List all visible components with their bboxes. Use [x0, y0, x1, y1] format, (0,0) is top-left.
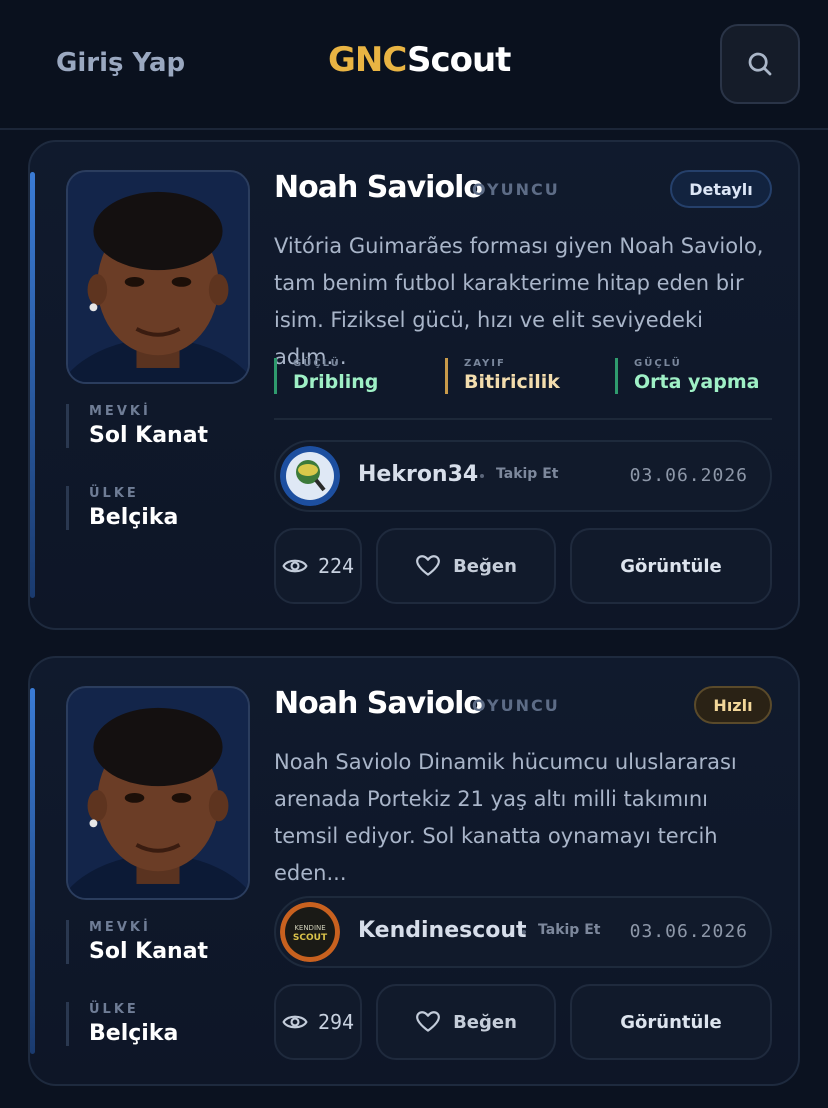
country-value: Belçika — [89, 505, 179, 530]
login-link[interactable]: Giriş Yap — [56, 48, 185, 78]
view-label: Görüntüle — [620, 1011, 722, 1033]
author-row: Hekron34 Takip Et 03.06.2026 — [274, 440, 772, 512]
like-button[interactable]: Beğen — [376, 984, 556, 1060]
separator-dot — [480, 474, 484, 478]
position-label: MEVKİ — [89, 920, 151, 935]
tag-kind: ZAYIF — [464, 358, 506, 369]
tag-strength-2: GÜÇLÜ Orta yapma — [615, 358, 759, 394]
player-photo — [66, 686, 250, 900]
position-block: MEVKİ Sol Kanat — [66, 404, 208, 448]
view-label: Görüntüle — [620, 555, 722, 577]
country-label: ÜLKE — [89, 1002, 139, 1017]
tag-kind: GÜÇLÜ — [634, 358, 682, 369]
player-name[interactable]: Noah Saviolo — [274, 170, 484, 205]
view-button[interactable]: Görüntüle — [570, 984, 772, 1060]
player-photo — [66, 170, 250, 384]
position-label: MEVKİ — [89, 404, 151, 419]
views-counter: 224 — [274, 528, 362, 604]
author-name[interactable]: Hekron34 — [358, 462, 478, 487]
search-icon — [748, 52, 772, 76]
avatar-logo-bottom: SCOUT — [293, 933, 328, 943]
divider — [274, 418, 772, 420]
report-type-badge: Hızlı — [694, 686, 772, 724]
report-description: Noah Saviolo Dinamik hücumcu uluslararas… — [274, 750, 737, 885]
author-row: KENDINE SCOUT Kendinescout Takip Et 03.0… — [274, 896, 772, 968]
like-button[interactable]: Beğen — [376, 528, 556, 604]
country-value: Belçika — [89, 1021, 179, 1046]
tag-strength-1: GÜÇLÜ Dribling — [274, 358, 378, 394]
player-role: OYUNCU — [472, 180, 560, 199]
report-date: 03.06.2026 — [629, 465, 748, 486]
author-avatar[interactable]: KENDINE SCOUT — [280, 902, 340, 962]
search-button[interactable] — [720, 24, 800, 104]
view-button[interactable]: Görüntüle — [570, 528, 772, 604]
like-label: Beğen — [453, 1011, 517, 1033]
report-date: 03.06.2026 — [629, 921, 748, 942]
heart-icon — [416, 555, 440, 576]
separator-dot — [522, 930, 526, 934]
tag-kind: GÜÇLÜ — [293, 358, 341, 369]
views-count: 294 — [317, 1010, 355, 1034]
avatar-logo-top: KENDINE — [294, 924, 325, 932]
tag-weakness-1: ZAYIF Bitiricilik — [445, 358, 560, 394]
top-header: Giriş Yap GNCScout — [0, 0, 828, 130]
eye-icon — [282, 553, 308, 579]
country-block: ÜLKE Belçika — [66, 486, 178, 530]
app-logo[interactable]: GNCScout — [328, 40, 511, 80]
scout-report-card[interactable]: MEVKİ Sol Kanat ÜLKE Belçika Noah Saviol… — [28, 140, 800, 630]
eye-icon — [282, 1009, 308, 1035]
heart-icon — [416, 1011, 440, 1032]
author-avatar[interactable] — [280, 446, 340, 506]
views-counter: 294 — [274, 984, 362, 1060]
follow-button[interactable]: Takip Et — [496, 466, 558, 482]
player-name[interactable]: Noah Saviolo — [274, 686, 484, 721]
views-count: 224 — [317, 554, 355, 578]
tag-value: Orta yapma — [634, 371, 760, 393]
country-label: ÜLKE — [89, 486, 139, 501]
position-block: MEVKİ Sol Kanat — [66, 920, 208, 964]
logo-scout: Scout — [406, 40, 511, 80]
logo-gnc: GNC — [328, 40, 408, 80]
follow-button[interactable]: Takip Et — [538, 922, 600, 938]
tag-value: Bitiricilik — [464, 371, 560, 393]
tag-value: Dribling — [293, 371, 379, 393]
author-name[interactable]: Kendinescout — [358, 918, 527, 943]
scout-report-card[interactable]: MEVKİ Sol Kanat ÜLKE Belçika Noah Saviol… — [28, 656, 800, 1086]
country-block: ÜLKE Belçika — [66, 1002, 178, 1046]
report-type-badge: Detaylı — [670, 170, 772, 208]
position-value: Sol Kanat — [89, 423, 209, 448]
position-value: Sol Kanat — [89, 939, 209, 964]
like-label: Beğen — [453, 555, 517, 577]
player-role: OYUNCU — [472, 696, 560, 715]
report-description: Vitória Guimarães forması giyen Noah Sav… — [274, 234, 764, 369]
